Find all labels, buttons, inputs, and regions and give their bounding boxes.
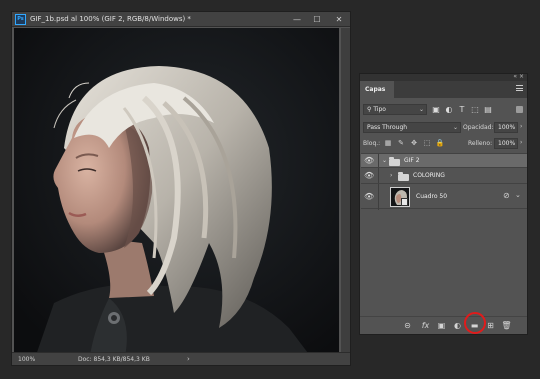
panel-topbar: « × xyxy=(360,73,527,81)
image-canvas[interactable] xyxy=(14,28,339,361)
layer-name[interactable]: GIF 2 xyxy=(404,157,420,164)
visibility-eye-icon[interactable]: 👁 xyxy=(364,172,374,180)
new-layer-icon[interactable]: ⊞ xyxy=(485,320,496,331)
shape-filter-icon[interactable]: ⬚ xyxy=(470,104,480,115)
opacity-input[interactable]: 100% xyxy=(494,122,518,133)
document-title: GIF_1b.psd al 100% (GIF 2, RGB/8/Windows… xyxy=(30,15,191,23)
layers-panel-footer: ⊝ fx ▣ ◐ ▬ ⊞ 🗑 xyxy=(360,316,527,334)
visibility-eye-icon[interactable]: 👁 xyxy=(364,193,374,201)
opacity-label: Opacidad: xyxy=(463,124,494,131)
chevron-right-icon[interactable]: › xyxy=(390,172,392,179)
layer-filter-select[interactable]: ⚲ Tipo ⌄ xyxy=(363,104,427,115)
opacity-slider-icon[interactable]: › xyxy=(520,123,522,130)
minimize-icon[interactable]: — xyxy=(288,12,306,27)
search-icon: ⚲ xyxy=(367,106,372,113)
row-divider xyxy=(378,154,379,168)
fill-input[interactable]: 100% xyxy=(494,138,518,149)
row-divider xyxy=(378,168,379,184)
maximize-icon[interactable]: ☐ xyxy=(308,12,326,27)
smart-object-filter-icon[interactable]: ▤ xyxy=(483,104,493,115)
trash-icon[interactable]: 🗑 xyxy=(501,320,512,331)
link-icon[interactable]: ⊘ xyxy=(503,191,510,200)
smart-object-badge-icon xyxy=(401,198,408,206)
fx-icon[interactable]: fx xyxy=(420,320,431,331)
layer-name[interactable]: Cuadro 50 xyxy=(416,193,447,200)
tab-capas[interactable]: Capas xyxy=(360,81,394,98)
chevron-down-icon[interactable]: ⌄ xyxy=(382,157,387,164)
adjustment-filter-icon[interactable]: ◐ xyxy=(444,104,454,115)
lock-label: Bloq.: xyxy=(363,140,381,147)
close-icon[interactable]: ✕ xyxy=(330,12,348,27)
blend-mode-value: Pass Through xyxy=(367,124,408,131)
document-scrollbar[interactable] xyxy=(341,28,350,362)
layer-name[interactable]: COLORING xyxy=(413,172,445,179)
chevron-down-icon[interactable]: ⌄ xyxy=(515,191,521,199)
layer-row-gif-2[interactable]: 👁 ⌄ GIF 2 xyxy=(361,153,527,168)
filter-toggle-icon[interactable] xyxy=(516,106,523,113)
folder-icon xyxy=(398,172,409,181)
zoom-level[interactable]: 100% xyxy=(18,356,35,363)
link-layers-icon[interactable]: ⊝ xyxy=(402,320,413,331)
lock-transparent-icon[interactable]: ▦ xyxy=(383,138,393,148)
chevron-down-icon: ⌄ xyxy=(452,124,458,131)
fill-label: Relleno: xyxy=(468,140,493,147)
panel-close-icon[interactable]: × xyxy=(519,73,524,80)
adjustment-layer-icon[interactable]: ◐ xyxy=(452,320,463,331)
lock-image-icon[interactable]: ✎ xyxy=(396,138,406,148)
document-size-info: Doc: 854,3 KB/854,3 KB xyxy=(78,356,150,363)
layers-panel: « × Capas ⚲ Tipo ⌄ ▣ ◐ T ⬚ ▤ Pass Throug… xyxy=(359,73,528,335)
portrait-image xyxy=(14,28,339,361)
chevron-down-icon: ⌄ xyxy=(418,106,424,113)
photoshop-doc-icon: Ps xyxy=(15,14,26,25)
fill-slider-icon[interactable]: › xyxy=(520,139,522,146)
folder-icon xyxy=(389,157,400,166)
layer-mask-icon[interactable]: ▣ xyxy=(436,320,447,331)
layer-row-cuadro-50[interactable]: 👁 Cuadro 50 ⊘ ⌄ xyxy=(361,183,527,210)
lock-all-icon[interactable]: 🔒 xyxy=(435,138,445,148)
visibility-eye-icon[interactable]: 👁 xyxy=(364,157,374,165)
pixel-filter-icon[interactable]: ▣ xyxy=(431,104,441,115)
panel-tab-row: Capas xyxy=(360,81,527,98)
filter-type-value: Tipo xyxy=(373,106,386,113)
status-menu-arrow-icon[interactable]: › xyxy=(187,355,190,363)
highlight-annotation-circle xyxy=(464,312,486,334)
layer-row-coloring[interactable]: 👁 › COLORING xyxy=(361,167,527,184)
row-divider xyxy=(378,184,379,210)
type-filter-icon[interactable]: T xyxy=(457,104,467,115)
panel-menu-icon[interactable] xyxy=(516,85,523,91)
document-statusbar: 100% Doc: 854,3 KB/854,3 KB › xyxy=(12,352,350,365)
blend-mode-select[interactable]: Pass Through ⌄ xyxy=(363,122,461,133)
lock-position-icon[interactable]: ✥ xyxy=(409,138,419,148)
lock-artboard-icon[interactable]: ⬚ xyxy=(422,138,432,148)
document-window: Ps GIF_1b.psd al 100% (GIF 2, RGB/8/Wind… xyxy=(11,11,351,366)
document-titlebar[interactable]: Ps GIF_1b.psd al 100% (GIF 2, RGB/8/Wind… xyxy=(12,12,350,27)
collapse-icon[interactable]: « xyxy=(513,73,517,80)
